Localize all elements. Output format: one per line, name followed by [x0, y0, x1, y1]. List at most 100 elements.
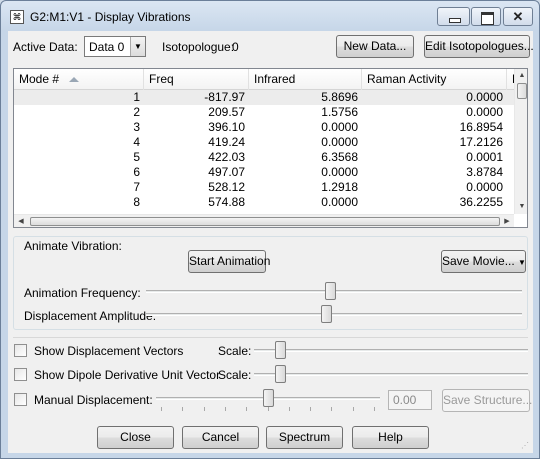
active-data-select[interactable]: Data 0 ▼: [84, 36, 146, 57]
table-cell: 0.0000: [321, 135, 358, 149]
slider-thumb[interactable]: [325, 282, 336, 300]
table-cell: -817.97: [204, 90, 245, 104]
manual-displacement-slider[interactable]: [156, 388, 380, 411]
scroll-right-icon[interactable]: ▶: [500, 215, 514, 227]
column-header-mode[interactable]: Mode #: [14, 69, 144, 90]
displacement-amplitude-label: Displacement Amplitude:: [24, 309, 157, 323]
table-body: 1 -817.97 5.8696 0.0000 2 209.57 1.5756 0.0000 3…: [14, 90, 514, 214]
table-row[interactable]: 7 528.12 1.2918 0.0000: [14, 180, 514, 195]
manual-displacement-checkbox[interactable]: [14, 393, 27, 406]
cancel-button[interactable]: Cancel: [182, 426, 259, 449]
displacement-scale-slider[interactable]: [254, 340, 528, 360]
table-cell: 0.0000: [466, 180, 503, 194]
slider-tick: [225, 407, 226, 411]
close-icon: ✕: [512, 9, 524, 24]
gaussview-app-icon: ⌘: [10, 10, 24, 24]
table-cell: 0.0001: [466, 150, 503, 164]
table-cell: 7: [133, 180, 140, 194]
close-button[interactable]: Close: [97, 426, 174, 449]
show-displacement-vectors-label: Show Displacement Vectors: [34, 344, 184, 358]
table-row[interactable]: 3 396.10 0.0000 16.8954: [14, 120, 514, 135]
table-row[interactable]: 5 422.03 6.3568 0.0001: [14, 150, 514, 165]
table-cell: 209.57: [208, 105, 245, 119]
display-vibrations-window: ⌘ G2:M1:V1 - Display Vibrations ✕ Active…: [0, 0, 540, 459]
minimize-icon: [438, 8, 469, 25]
horizontal-scrollbar[interactable]: ◀ ▶: [14, 214, 514, 227]
isotopologue-value: 0: [232, 40, 239, 54]
show-dipole-vector-checkbox[interactable]: [14, 368, 27, 381]
chevron-down-icon: ▼: [130, 37, 145, 56]
spectrum-button[interactable]: Spectrum: [266, 426, 343, 449]
animation-frequency-label: Animation Frequency:: [24, 286, 141, 300]
table-row[interactable]: 1 -817.97 5.8696 0.0000: [14, 90, 514, 105]
table-row[interactable]: 4 419.24 0.0000 17.2126: [14, 135, 514, 150]
vertical-scrollbar[interactable]: ▲ ▼: [514, 69, 527, 214]
slider-tick: [331, 407, 332, 411]
scroll-down-icon[interactable]: ▼: [515, 200, 527, 214]
column-header-label: Infrared: [254, 72, 296, 86]
isotopologue-label: Isotopologue:: [162, 40, 235, 54]
table-cell: 1.2918: [321, 180, 358, 194]
table-cell: 5.8696: [321, 90, 358, 104]
slider-track: [146, 313, 522, 316]
scroll-up-icon[interactable]: ▲: [515, 69, 527, 83]
separator: [13, 337, 528, 338]
minimize-button[interactable]: [437, 7, 470, 26]
table-cell: 3: [133, 120, 140, 134]
maximize-button[interactable]: [471, 7, 501, 26]
column-header-label: Mode #: [19, 72, 60, 86]
table-cell: 16.8954: [459, 120, 503, 134]
table-cell: 574.88: [208, 195, 245, 209]
manual-displacement-value[interactable]: 0.00: [388, 390, 432, 410]
slider-thumb[interactable]: [321, 305, 332, 323]
window-close-button[interactable]: ✕: [503, 7, 533, 26]
animation-frequency-slider[interactable]: [146, 281, 522, 301]
table-cell: 422.03: [208, 150, 245, 164]
show-displacement-vectors-checkbox[interactable]: [14, 344, 27, 357]
save-structure-button[interactable]: Save Structure...: [442, 389, 532, 412]
column-header-infrared[interactable]: Infrared: [249, 69, 362, 90]
scale-label: Scale:: [218, 368, 252, 382]
slider-thumb[interactable]: [263, 389, 274, 407]
title-bar[interactable]: ⌘ G2:M1:V1 - Display Vibrations ✕: [1, 1, 539, 31]
table-cell: 4: [133, 135, 140, 149]
save-movie-button[interactable]: Save Movie... ▼: [441, 250, 526, 273]
table-cell: 6: [133, 165, 140, 179]
scroll-left-icon[interactable]: ◀: [14, 215, 28, 227]
table-cell: 8: [133, 195, 140, 209]
resize-grip-icon[interactable]: ⋰: [521, 441, 531, 451]
edit-isotopologues-button[interactable]: Edit Isotopologues...: [424, 35, 534, 58]
table-cell: 6.3568: [321, 150, 358, 164]
slider-tick: [289, 407, 290, 411]
scale-label: Scale:: [218, 344, 252, 358]
table-row[interactable]: 6 497.07 0.0000 3.8784: [14, 165, 514, 180]
column-header-raman[interactable]: Raman Activity: [362, 69, 507, 90]
slider-track: [254, 349, 528, 352]
column-header-label: Raman Activity: [367, 72, 447, 86]
table-row[interactable]: 2 209.57 1.5756 0.0000: [14, 105, 514, 120]
column-header-freq[interactable]: Freq: [144, 69, 249, 90]
column-header-label: Freq: [149, 72, 174, 86]
new-data-button[interactable]: New Data...: [336, 35, 414, 58]
scroll-thumb[interactable]: [517, 83, 527, 99]
table-cell: 0.0000: [466, 90, 503, 104]
start-animation-button[interactable]: Start Animation: [188, 250, 270, 273]
displacement-amplitude-slider[interactable]: [146, 304, 522, 324]
slider-thumb[interactable]: [275, 365, 286, 383]
vibration-table[interactable]: Mode # Freq Infrared Raman Activity D 1 -…: [13, 68, 528, 228]
slider-tick: [182, 407, 183, 411]
table-cell: 1: [133, 90, 140, 104]
save-movie-label: Save Movie...: [442, 254, 515, 268]
table-cell: 1.5756: [321, 105, 358, 119]
slider-tick: [204, 407, 205, 411]
chevron-down-icon: ▼: [518, 258, 526, 267]
slider-thumb[interactable]: [275, 341, 286, 359]
table-cell: 497.07: [208, 165, 245, 179]
slider-track: [254, 373, 528, 376]
help-button[interactable]: Help: [352, 426, 429, 449]
scroll-thumb[interactable]: [30, 217, 500, 226]
dipole-scale-slider[interactable]: [254, 364, 528, 384]
table-cell: 528.12: [208, 180, 245, 194]
table-row[interactable]: 8 574.88 0.0000 36.2255: [14, 195, 514, 210]
table-cell: 0.0000: [466, 105, 503, 119]
